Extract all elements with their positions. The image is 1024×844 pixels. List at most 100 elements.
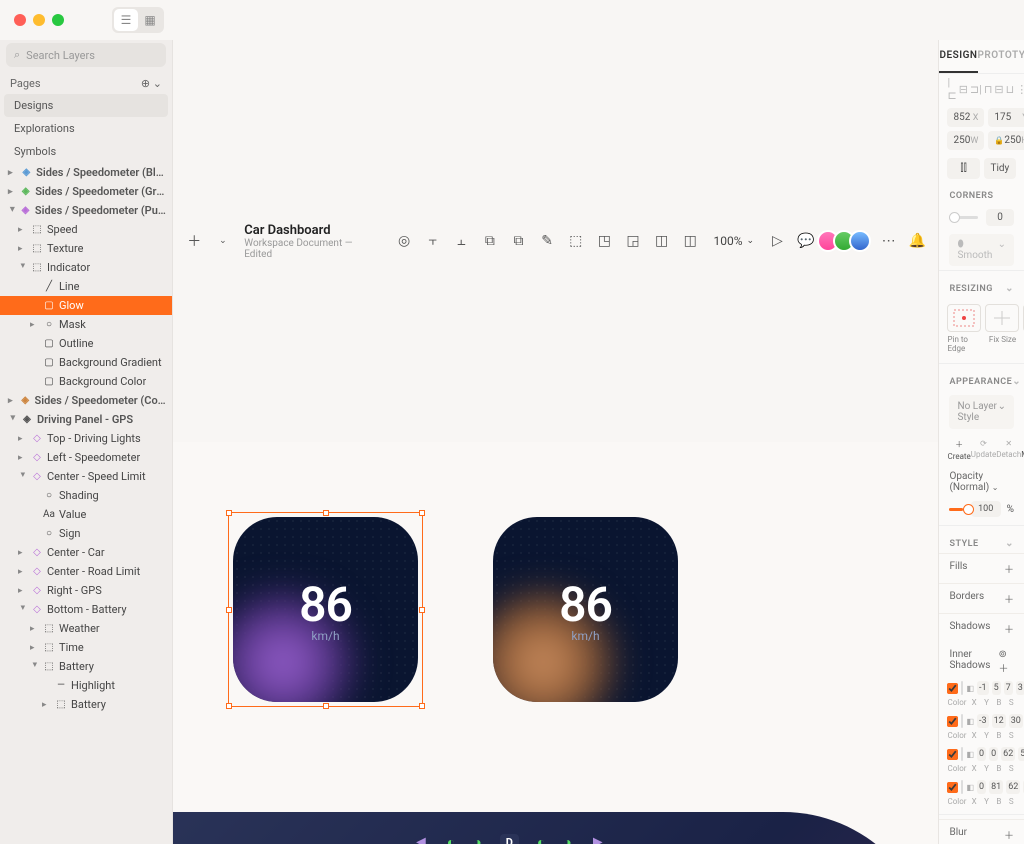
shadow-color-swatch[interactable] <box>961 780 963 794</box>
shadow-enabled-checkbox[interactable] <box>947 683 958 694</box>
layer-center-road[interactable]: ▸◇Center - Road Limit <box>0 562 172 581</box>
notifications-icon[interactable]: 🔔 <box>906 228 929 254</box>
options-icon[interactable]: ⊚ <box>998 649 1006 660</box>
opacity-input[interactable]: 100 <box>971 501 1001 517</box>
blur-row[interactable]: Blur＋ <box>939 819 1024 844</box>
add-icon[interactable]: ＋ <box>1004 827 1014 842</box>
x-input[interactable]: 852X <box>947 108 984 127</box>
align-top-icon[interactable]: ⊓ <box>984 80 993 98</box>
layer-outline[interactable]: ▢Outline <box>0 334 172 353</box>
inner-shadow-row[interactable]: ◧ -3 12 30 15 <box>939 711 1024 731</box>
layer-speedo-copper[interactable]: ▸◈Sides / Speedometer (Copper) <box>0 391 172 410</box>
shadow-enabled-checkbox[interactable] <box>947 749 958 760</box>
tool-align-top[interactable]: ⫟ <box>421 228 444 254</box>
layer-driving-panel[interactable]: ▸◈Driving Panel - GPS <box>0 410 172 429</box>
avatar[interactable] <box>849 230 871 252</box>
shadow-color-swatch[interactable] <box>961 747 963 761</box>
height-input[interactable]: 🔒250H <box>988 131 1024 150</box>
shadow-enabled-checkbox[interactable] <box>947 716 958 727</box>
layer-texture[interactable]: ▸⬚Texture <box>0 239 172 258</box>
shadow-x-input[interactable]: -1 <box>977 681 989 695</box>
style-update-button[interactable]: ⟳Update <box>971 439 996 461</box>
blend-icon[interactable]: ◧ <box>966 783 974 792</box>
blend-icon[interactable]: ◧ <box>966 684 974 693</box>
layer-top-lights[interactable]: ▸◇Top - Driving Lights <box>0 429 172 448</box>
page-symbols[interactable]: Symbols <box>0 140 172 163</box>
tool-backward[interactable]: ◲ <box>622 228 645 254</box>
sidebar-view-toggle[interactable]: ☰ ▦ <box>112 7 164 33</box>
style-create-button[interactable]: ＋Create <box>947 439 970 461</box>
shadow-x-input[interactable]: 0 <box>977 780 986 794</box>
corner-radius-slider[interactable] <box>949 216 978 219</box>
tab-design[interactable]: DESIGN <box>939 40 977 73</box>
shadow-x-input[interactable]: -3 <box>977 714 989 728</box>
layer-indicator[interactable]: ▸⬚Indicator <box>0 258 172 277</box>
insert-button[interactable]: ＋ <box>183 228 206 254</box>
more-icon[interactable]: ⋯ <box>877 228 900 254</box>
shadow-spread-input[interactable]: 5 <box>1018 747 1024 761</box>
layer-left-speedo[interactable]: ▸◇Left - Speedometer <box>0 448 172 467</box>
tidy-button[interactable]: Tidy <box>984 158 1016 179</box>
add-icon[interactable]: ＋ <box>998 664 1008 675</box>
align-right-icon[interactable]: ⊐| <box>970 80 982 98</box>
shadow-x-input[interactable]: 0 <box>977 747 986 761</box>
layer-style-select[interactable]: No Layer Style⌄ <box>949 395 1014 429</box>
shadow-y-input[interactable]: 5 <box>992 681 1001 695</box>
search-layers-input[interactable]: ⌕ Search Layers <box>6 43 166 67</box>
artboard-driving-panel[interactable]: ◄ ◐ ◑ D ◐ ◑ ► 90 ↱ 0.5 miles Bay Lake 86… <box>173 812 933 844</box>
canvas[interactable]: 86 km/h 86 km/h <box>173 442 938 844</box>
tool-edit[interactable]: ✎ <box>536 228 559 254</box>
tab-prototype[interactable]: PROTOTYPE <box>978 40 1024 73</box>
corner-smooth-select[interactable]: ⬮ Smooth⌄ <box>949 234 1014 266</box>
opacity-slider[interactable] <box>949 508 964 511</box>
layer-speedo-green[interactable]: ▸◈Sides / Speedometer (Green) <box>0 182 172 201</box>
align-left-icon[interactable]: |⊏ <box>947 80 956 98</box>
tool-subtract[interactable]: ◫ <box>679 228 702 254</box>
comment-button[interactable]: 💬 <box>795 228 818 254</box>
resize-pin-edge[interactable]: Pin to Edge <box>947 304 981 353</box>
insert-dropdown[interactable]: ⌄ <box>212 228 235 254</box>
tool-ungroup[interactable]: ⧉ <box>507 228 530 254</box>
grid-view-icon[interactable]: ▦ <box>138 9 162 31</box>
layer-speedo-purple[interactable]: ▸◈Sides / Speedometer (Purple) <box>0 201 172 220</box>
tool-align-bottom[interactable]: ⫠ <box>450 228 473 254</box>
layer-bg-gradient[interactable]: ▢Background Gradient <box>0 353 172 372</box>
layer-mask[interactable]: ▸○Mask <box>0 315 172 334</box>
shadow-y-input[interactable]: 12 <box>992 714 1006 728</box>
tool-1[interactable]: ◎ <box>393 228 416 254</box>
layer-center-speedlimit[interactable]: ▸◇Center - Speed Limit <box>0 467 172 486</box>
layer-battery[interactable]: ▸⬚Battery <box>0 695 172 714</box>
shadow-color-swatch[interactable] <box>961 714 963 728</box>
y-input[interactable]: 175Y <box>988 108 1024 127</box>
inner-shadow-row[interactable]: ◧ 0 0 62 5 <box>939 744 1024 764</box>
resize-fix-size[interactable]: Fix Size <box>985 304 1019 353</box>
layer-bottom-battery[interactable]: ▸◇Bottom - Battery <box>0 600 172 619</box>
layer-battery-group[interactable]: ▸⬚Battery <box>0 657 172 676</box>
align-bottom-icon[interactable]: ⊔ <box>1006 80 1015 98</box>
layer-highlight[interactable]: —Highlight <box>0 676 172 695</box>
play-button[interactable]: ▷ <box>766 228 789 254</box>
zoom-control[interactable]: 100%⌄ <box>707 234 760 248</box>
page-explorations[interactable]: Explorations <box>0 117 172 140</box>
add-icon[interactable]: ＋ <box>1004 621 1014 636</box>
borders-row[interactable]: Borders＋ <box>939 583 1024 613</box>
shadow-y-input[interactable]: 0 <box>989 747 998 761</box>
blend-icon[interactable]: ◧ <box>966 717 974 726</box>
list-view-icon[interactable]: ☰ <box>114 9 138 31</box>
add-icon[interactable]: ＋ <box>1004 591 1014 606</box>
layer-speedo-blue[interactable]: ▸◈Sides / Speedometer (Blue) <box>0 163 172 182</box>
layer-center-car[interactable]: ▸◇Center - Car <box>0 543 172 562</box>
layer-glow[interactable]: ▢Glow <box>0 296 172 315</box>
artboard-speedo-copper[interactable]: 86 km/h <box>493 517 678 702</box>
layer-shading[interactable]: ○Shading <box>0 486 172 505</box>
layer-right-gps[interactable]: ▸◇Right - GPS <box>0 581 172 600</box>
layer-speed[interactable]: ▸⬚Speed <box>0 220 172 239</box>
align-vcenter-icon[interactable]: ⊟ <box>994 80 1003 98</box>
layer-sign[interactable]: ○Sign <box>0 524 172 543</box>
minimize-window[interactable] <box>33 14 45 26</box>
distribute-h-button[interactable]: ⫿⫿ <box>947 158 979 179</box>
page-designs[interactable]: Designs <box>4 94 168 117</box>
blend-icon[interactable]: ◧ <box>966 750 974 759</box>
shadow-color-swatch[interactable] <box>961 681 963 695</box>
tool-group[interactable]: ⧉ <box>479 228 502 254</box>
